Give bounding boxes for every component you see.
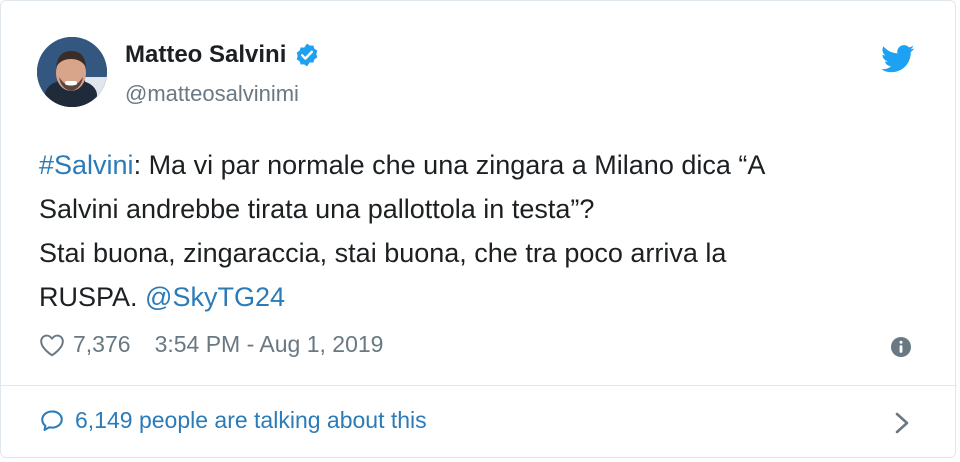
user-name-row[interactable]: Matteo Salvini — [125, 41, 320, 69]
tweet-meta: 7,376 3:54 PM - Aug 1, 2019 — [39, 331, 383, 358]
tweet-line-1: #Salvini: Ma vi par normale che una zing… — [39, 143, 899, 187]
user-handle[interactable]: @matteosalvinimi — [125, 81, 299, 107]
verified-badge-icon — [294, 42, 320, 68]
talking-count[interactable]: 6,149 people are talking about this — [75, 407, 427, 434]
like-count[interactable]: 7,376 — [73, 331, 131, 358]
divider — [1, 385, 957, 386]
avatar[interactable] — [37, 37, 107, 107]
hashtag-link[interactable]: #Salvini — [39, 150, 134, 180]
chevron-right-icon[interactable] — [891, 409, 913, 437]
speech-bubble-icon — [39, 408, 65, 434]
tweet-text: #Salvini: Ma vi par normale che una zing… — [39, 143, 899, 319]
twitter-bird-icon[interactable] — [881, 45, 915, 73]
tweet-line-4-text: RUSPA. — [39, 282, 146, 312]
conversation-link[interactable]: 6,149 people are talking about this — [39, 407, 427, 434]
info-icon[interactable] — [889, 335, 913, 359]
tweet-line-1-text: : Ma vi par normale che una zingara a Mi… — [133, 150, 766, 180]
tweet-line-3: Stai buona, zingaraccia, stai buona, che… — [39, 238, 727, 268]
tweet-timestamp[interactable]: 3:54 PM - Aug 1, 2019 — [155, 331, 384, 358]
mention-link[interactable]: @SkyTG24 — [145, 282, 285, 312]
tweet-line-4: RUSPA. @SkyTG24 — [39, 275, 899, 319]
user-name[interactable]: Matteo Salvini — [125, 41, 286, 69]
heart-icon[interactable] — [39, 333, 65, 357]
tweet-line-2: Salvini andrebbe tirata una pallottola i… — [39, 194, 595, 224]
tweet-card: Matteo Salvini @matteosalvinimi #Salvini… — [0, 0, 957, 458]
